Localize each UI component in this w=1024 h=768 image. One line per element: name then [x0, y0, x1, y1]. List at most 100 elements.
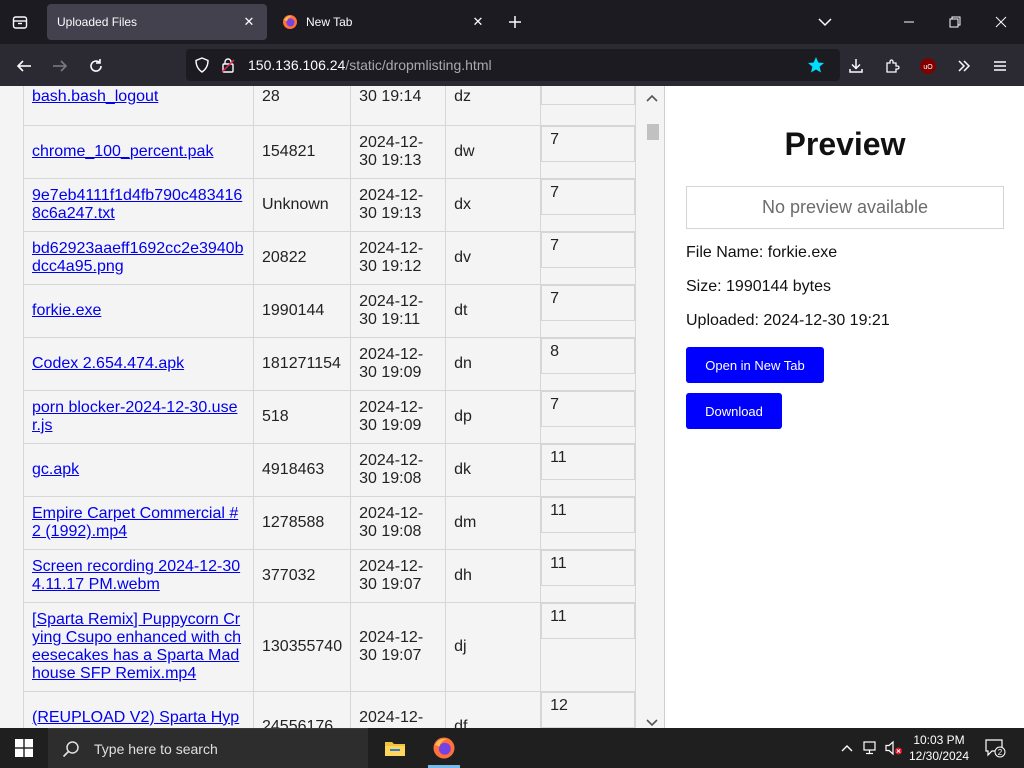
ublock-origin-icon[interactable]: uO	[914, 52, 942, 80]
navigation-toolbar: 150.136.106.24/static/dropmlisting.html …	[0, 44, 1024, 86]
search-placeholder: Type here to search	[94, 740, 218, 757]
url-path: /static/dropmlisting.html	[345, 57, 492, 73]
file-count-cell	[540, 86, 637, 126]
firefox-taskbar-icon[interactable]	[420, 728, 468, 768]
download-button[interactable]: Download	[686, 393, 782, 429]
file-row[interactable]: porn blocker-2024-12-30.user.js 518 2024-1…	[23, 390, 637, 444]
file-size-cell: Unknown	[252, 178, 352, 232]
file-row[interactable]: forkie.exe 1990144 2024-12- 30 19:11 dt 7	[23, 284, 637, 338]
file-date-line-1: 2024-12-	[359, 240, 424, 257]
file-size-cell: 130355740	[252, 602, 352, 692]
file-link[interactable]: Screen recording 2024-12-30 4.11.17 PM.w…	[32, 558, 240, 593]
bookmark-star-icon[interactable]	[806, 55, 826, 75]
more-tools-chevron-icon[interactable]	[950, 52, 978, 80]
show-hidden-icons-chevron-icon[interactable]	[838, 728, 856, 768]
tab-list-icon[interactable]	[8, 10, 32, 34]
tab-new-tab[interactable]: New Tab ✕	[272, 4, 496, 40]
file-link[interactable]: chrome_100_percent.pak	[32, 143, 213, 160]
forward-button[interactable]	[46, 52, 74, 80]
file-link[interactable]: bash.bash_logout	[32, 88, 158, 105]
search-icon	[62, 740, 82, 758]
file-row[interactable]: Codex 2.654.474.apk 181271154 2024-12- 30 1…	[23, 337, 637, 391]
file-date-line-1: 2024-12-	[359, 399, 424, 416]
file-code-cell: dk	[445, 443, 542, 497]
file-row[interactable]: bd62923aaeff1692cc2e3940bdcc4a95.png 2082…	[23, 231, 637, 285]
file-count-cell: 7	[540, 125, 637, 179]
file-row[interactable]: [Sparta Remix] Puppycorn Crying Csupo en…	[23, 602, 637, 692]
file-row[interactable]: chrome_100_percent.pak 154821 2024-12- 30 1…	[23, 125, 637, 179]
file-date-line-1: 2024-12-	[359, 134, 424, 151]
file-row[interactable]: 9e7eb4111f1d4fb790c4834168c6a247.txt Unkn…	[23, 178, 637, 232]
file-link[interactable]: Codex 2.654.474.apk	[32, 355, 184, 372]
file-explorer-icon[interactable]	[371, 728, 419, 768]
new-tab-button[interactable]	[503, 10, 527, 34]
file-date-line-1: 2024-12-	[359, 629, 424, 646]
windows-start-icon[interactable]	[0, 728, 48, 768]
file-row[interactable]: (REUPLOAD V2) Sparta Hyper Madhouse SFP …	[23, 691, 637, 729]
file-date-cell: 2024-12- 30 19:13	[350, 178, 447, 232]
file-code-cell: dh	[445, 549, 542, 603]
scroll-up-arrow-icon[interactable]	[646, 94, 658, 105]
file-link[interactable]: porn blocker-2024-12-30.user.js	[32, 399, 237, 434]
firefox-icon	[282, 14, 298, 30]
file-date-line-2: 30 19:09	[359, 364, 422, 381]
file-count-cell: 11	[540, 496, 637, 550]
restore-button[interactable]	[932, 0, 978, 44]
close-tab-icon[interactable]: ✕	[241, 14, 257, 30]
tab-uploaded-files[interactable]: Uploaded Files ✕	[47, 4, 267, 40]
hamburger-menu-icon[interactable]	[986, 52, 1014, 80]
file-date-cell: 2024-12-30 19:06	[350, 691, 447, 728]
file-date-line-1: 2024-12-	[359, 293, 424, 310]
file-name-cell: [Sparta Remix] Puppycorn Crying Csupo en…	[23, 602, 254, 692]
file-date-line-2: 30 19:08	[359, 523, 422, 540]
file-date-cell: 2024-12- 30 19:11	[350, 284, 447, 338]
page-content: bash.bash_logout 28 30 19:14 dz chrome_100_p…	[0, 86, 1024, 728]
downloads-icon[interactable]	[842, 52, 870, 80]
url-bar[interactable]: 150.136.106.24/static/dropmlisting.html	[186, 49, 840, 81]
file-count-cell: 12	[540, 691, 637, 728]
scroll-down-arrow-icon[interactable]	[646, 719, 658, 728]
scrollbar-thumb[interactable]	[647, 124, 659, 140]
notifications-icon[interactable]: 2	[980, 728, 1010, 768]
file-link[interactable]: [Sparta Remix] Puppycorn Crying Csupo en…	[32, 611, 241, 682]
insecure-lock-icon[interactable]	[218, 55, 238, 75]
open-in-new-tab-button[interactable]: Open in New Tab	[686, 347, 824, 383]
network-icon[interactable]	[860, 728, 882, 768]
file-date-cell: 30 19:14	[350, 86, 447, 126]
file-link[interactable]: Empire Carpet Commercial #2 (1992).mp4	[32, 505, 238, 540]
file-size-cell: 1278588	[252, 496, 352, 550]
browser-tab-bar: Uploaded Files ✕ New Tab ✕	[0, 0, 1024, 44]
preview-pane: Preview No preview available File Name: …	[666, 86, 1024, 728]
file-row[interactable]: gc.apk 4918463 2024-12- 30 19:08 dk 11	[23, 443, 637, 497]
file-size-cell: 24556176	[252, 691, 352, 728]
file-size-cell: 154821	[252, 125, 352, 179]
file-link[interactable]: bd62923aaeff1692cc2e3940bdcc4a95.png	[32, 240, 243, 275]
chevron-down-icon[interactable]	[814, 12, 836, 32]
file-row[interactable]: Empire Carpet Commercial #2 (1992).mp4 12…	[23, 496, 637, 550]
file-date-cell: 2024-12- 30 19:07	[350, 602, 447, 692]
file-link[interactable]: 9e7eb4111f1d4fb790c4834168c6a247.txt	[32, 187, 242, 222]
minimize-button[interactable]	[886, 0, 932, 44]
file-name-cell: chrome_100_percent.pak	[23, 125, 254, 179]
file-row[interactable]: bash.bash_logout 28 30 19:14 dz	[23, 86, 637, 126]
file-count-cell: 7	[540, 178, 637, 232]
file-date-line-2: 30 19:14	[359, 88, 422, 105]
back-button[interactable]	[10, 52, 38, 80]
file-link[interactable]: gc.apk	[32, 461, 79, 478]
close-tab-icon[interactable]: ✕	[470, 14, 486, 30]
file-size-cell: 181271154	[252, 337, 352, 391]
file-link[interactable]: (REUPLOAD V2) Sparta Hyper Madhouse SFP …	[32, 709, 239, 729]
close-window-button[interactable]	[978, 0, 1024, 44]
file-link[interactable]: forkie.exe	[32, 302, 101, 319]
taskbar-search-box[interactable]: Type here to search	[48, 728, 368, 768]
volume-muted-icon[interactable]	[884, 728, 904, 768]
extensions-puzzle-icon[interactable]	[878, 52, 906, 80]
taskbar-clock[interactable]: 10:03 PM 12/30/2024	[902, 732, 976, 764]
reload-button[interactable]	[82, 52, 110, 80]
file-count-box: 11	[541, 444, 636, 480]
file-count-box: 11	[541, 603, 636, 639]
file-row[interactable]: Screen recording 2024-12-30 4.11.17 PM.w…	[23, 549, 637, 603]
tracking-protection-shield-icon[interactable]	[192, 55, 212, 75]
scrollbar[interactable]	[644, 86, 662, 728]
file-list-pane: bash.bash_logout 28 30 19:14 dz chrome_100_p…	[0, 86, 665, 728]
